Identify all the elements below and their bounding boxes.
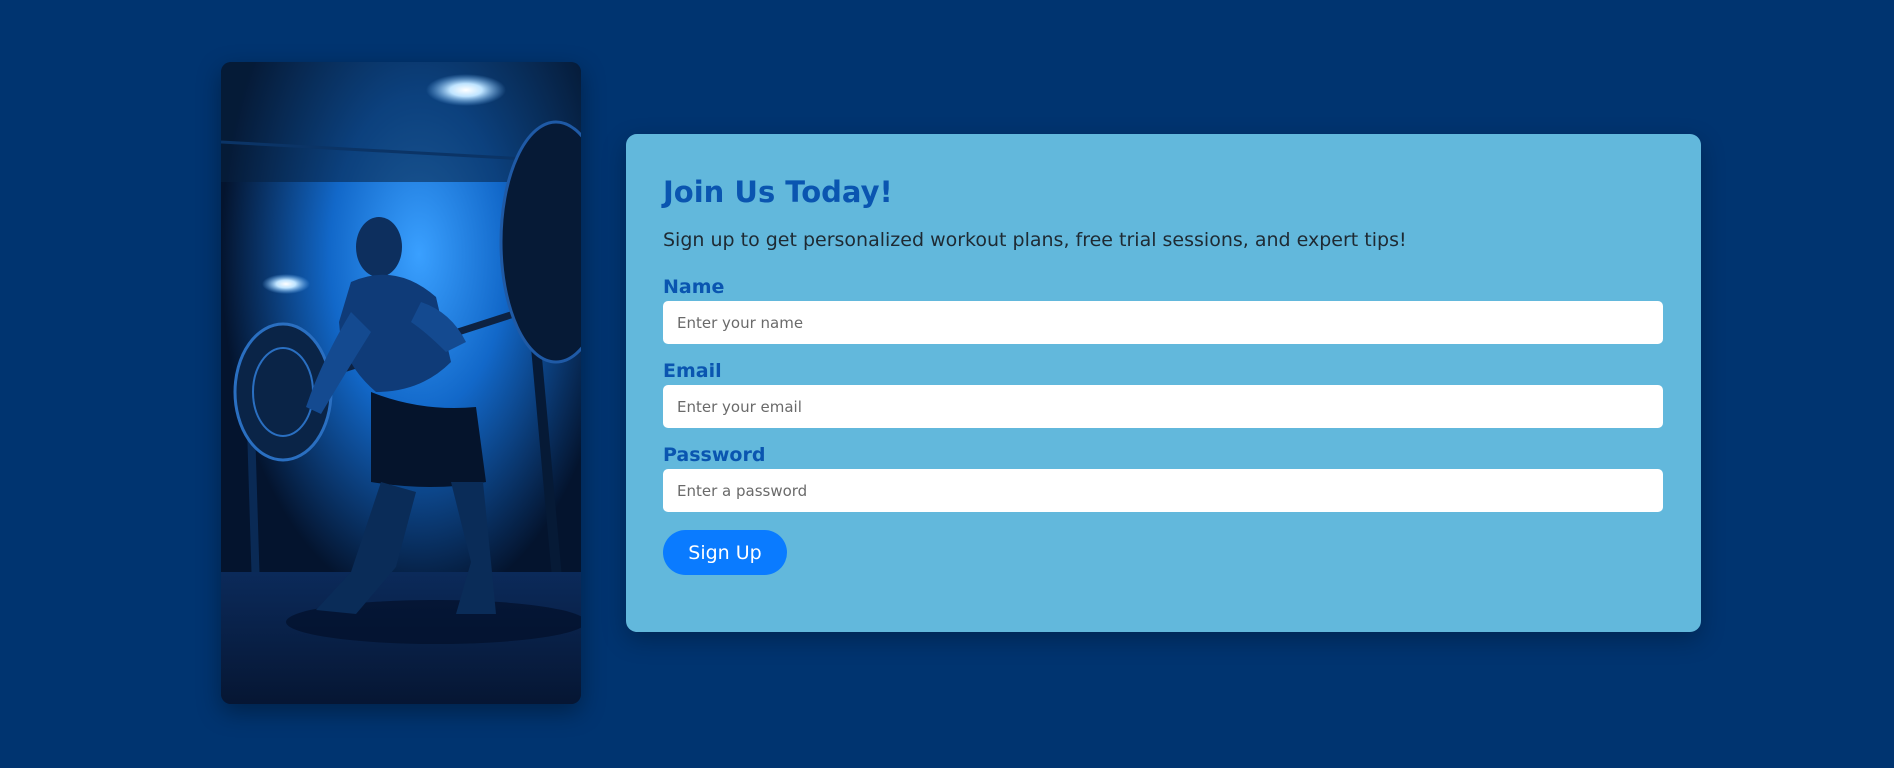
password-label: Password	[663, 444, 766, 466]
password-input[interactable]	[663, 469, 1663, 512]
email-input[interactable]	[663, 385, 1663, 428]
weightlifter-illustration	[221, 62, 581, 704]
sign-up-button[interactable]: Sign Up	[663, 530, 787, 575]
gym-photo	[221, 62, 581, 704]
signup-card: Join Us Today! Sign up to get personaliz…	[626, 134, 1701, 632]
name-label: Name	[663, 276, 725, 298]
form-title: Join Us Today!	[663, 175, 893, 209]
email-label: Email	[663, 360, 722, 382]
name-input[interactable]	[663, 301, 1663, 344]
form-subtitle: Sign up to get personalized workout plan…	[663, 229, 1407, 251]
